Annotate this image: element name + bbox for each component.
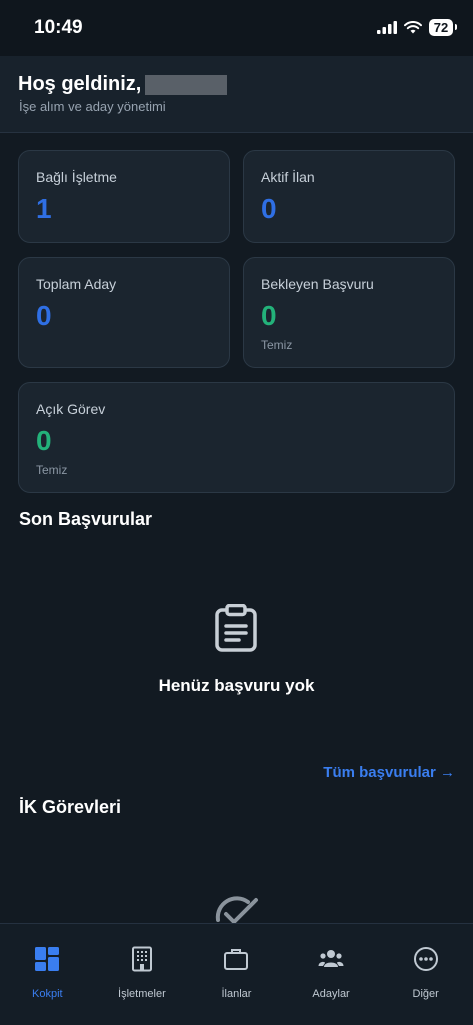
stat-card-total-candidates[interactable]: Toplam Aday 0 — [18, 257, 230, 368]
tab-label: İlanlar — [221, 988, 252, 1000]
stat-card-open-tasks[interactable]: Açık Görev 0 Temiz — [18, 382, 455, 493]
stat-label: Aktif İlan — [261, 169, 315, 185]
header-subtitle: İşe alım ve aday yönetimi — [19, 99, 166, 114]
clipboard-icon — [215, 604, 257, 652]
stat-label: Toplam Aday — [36, 276, 117, 292]
more-icon — [413, 947, 438, 971]
user-name-redacted — [145, 74, 228, 95]
stat-value: 0 — [261, 300, 277, 331]
tab-diger[interactable]: Diğer — [378, 924, 473, 1025]
tab-adaylar[interactable]: Adaylar — [284, 924, 379, 1025]
all-applications-link[interactable]: Tüm başvurular → — [323, 764, 455, 781]
stat-note: Temiz — [36, 463, 68, 477]
battery-indicator: 72 — [429, 19, 457, 36]
stat-value: 0 — [36, 425, 52, 456]
dashboard-icon — [35, 947, 60, 971]
stat-card-connected-businesses[interactable]: Bağlı İşletme 1 — [18, 150, 230, 243]
tab-label: Diğer — [412, 988, 439, 1000]
tab-label: Adaylar — [312, 988, 350, 1000]
tab-kokpit[interactable]: Kokpit — [0, 924, 95, 1025]
tab-label: İşletmeler — [118, 988, 166, 1000]
tab-isletmeler[interactable]: İşletmeler — [95, 924, 190, 1025]
stat-value: 1 — [36, 193, 52, 224]
briefcase-icon — [224, 949, 249, 970]
greeting-text: Hoş geldiniz, — [18, 73, 142, 95]
stat-value: 0 — [36, 300, 52, 331]
building-icon — [131, 946, 152, 972]
stat-value: 0 — [261, 193, 277, 224]
bottom-tab-bar: Kokpit İşletmeler İlanlar Adaylar Diğer — [0, 923, 473, 1025]
stat-card-active-listings[interactable]: Aktif İlan 0 — [243, 150, 455, 243]
wifi-icon — [404, 21, 422, 34]
status-icons: 72 — [377, 19, 457, 36]
recent-applications-title: Son Başvurular — [19, 509, 153, 529]
tab-ilanlar[interactable]: İlanlar — [189, 924, 284, 1025]
stat-label: Açık Görev — [36, 401, 106, 417]
greeting-row: Hoş geldiniz, — [18, 73, 228, 96]
status-time: 10:49 — [34, 17, 83, 38]
empty-applications-text: Henüz başvuru yok — [158, 676, 315, 695]
welcome-header: Hoş geldiniz, İşe alım ve aday yönetimi — [0, 56, 473, 133]
stat-card-pending-applications[interactable]: Bekleyen Başvuru 0 Temiz — [243, 257, 455, 368]
status-bar: 10:49 72 — [0, 0, 473, 56]
signal-icon — [377, 21, 397, 34]
stat-note: Temiz — [261, 338, 293, 352]
people-icon — [318, 950, 344, 967]
hr-tasks-title: İK Görevleri — [19, 797, 122, 817]
tab-label: Kokpit — [32, 988, 63, 1000]
stat-label: Bağlı İşletme — [36, 169, 117, 185]
stat-label: Bekleyen Başvuru — [261, 276, 374, 292]
